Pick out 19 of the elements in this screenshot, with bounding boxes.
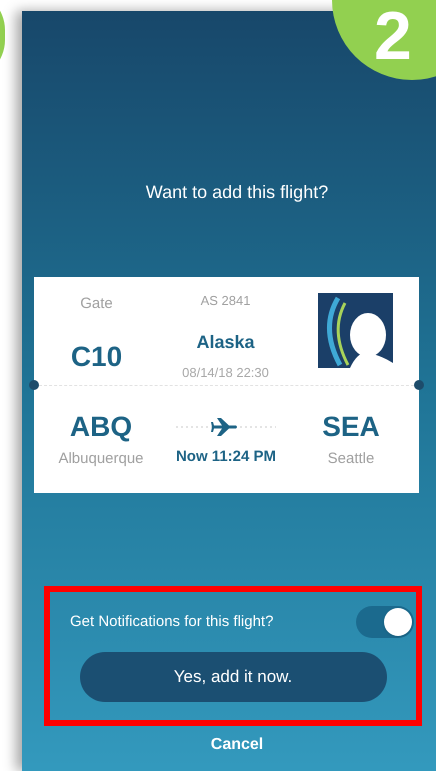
flight-path-icon <box>176 418 276 436</box>
head-silhouette-icon <box>318 293 392 368</box>
scheduled-time: 08/14/18 22:30 <box>182 364 269 382</box>
step-number: 2 <box>374 2 412 70</box>
ticket-notch <box>28 380 38 390</box>
status-time: Now 11:24 PM <box>176 446 276 466</box>
origin-city: Albuquerque <box>58 448 144 468</box>
flight-number: AS 2841 <box>200 292 250 310</box>
dialog-title: Want to add this flight? <box>146 181 328 204</box>
destination-code: SEA <box>322 410 380 444</box>
notifications-label: Get Notifications for this flight? <box>70 612 274 632</box>
notifications-toggle[interactable] <box>356 606 414 638</box>
destination-city: Seattle <box>328 448 374 468</box>
origin-code: ABQ <box>70 410 132 444</box>
ticket-notch <box>414 380 424 390</box>
airline-name: Alaska <box>196 330 255 354</box>
gate-label: Gate <box>80 294 113 314</box>
confirm-button[interactable]: Yes, add it now. <box>80 652 386 702</box>
gate-value: C10 <box>70 340 122 374</box>
